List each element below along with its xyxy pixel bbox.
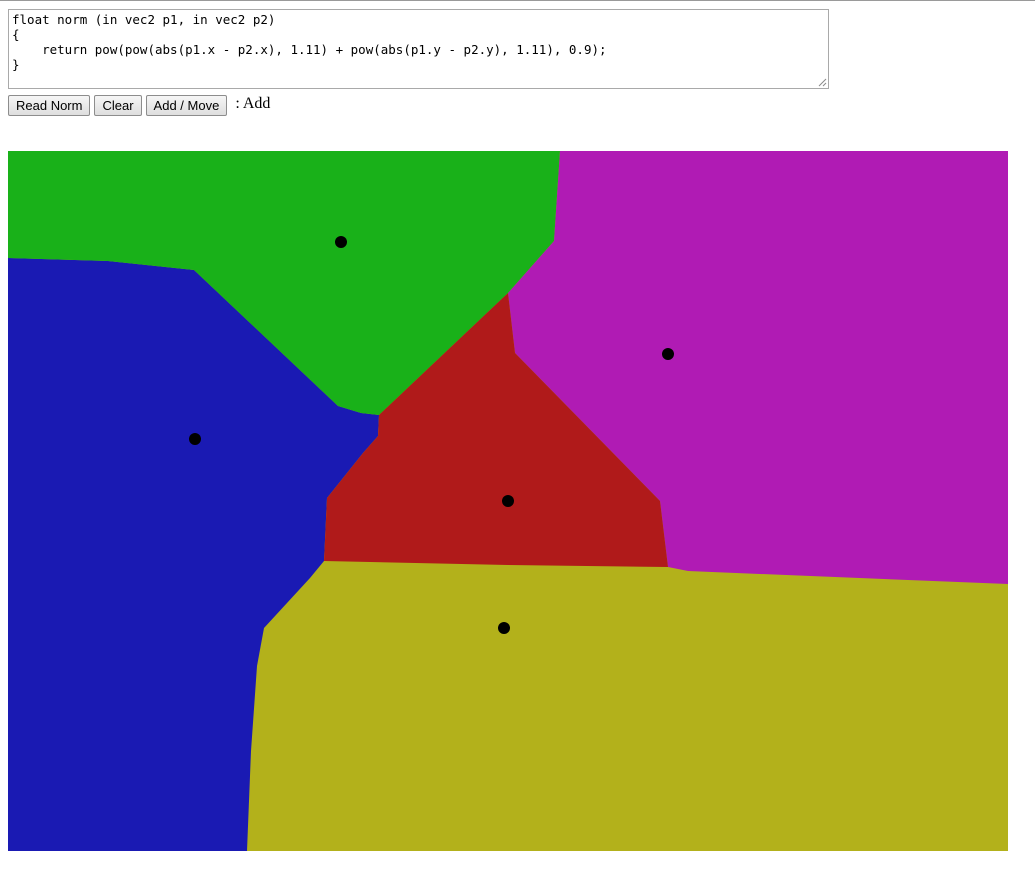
site-point[interactable] [502, 495, 514, 507]
mode-indicator: : Add [231, 95, 271, 112]
window-top-border [0, 0, 1035, 1]
norm-code-editor[interactable]: float norm (in vec2 p1, in vec2 p2) { re… [8, 9, 829, 89]
code-line: { [12, 27, 20, 42]
code-line: float norm (in vec2 p1, in vec2 p2) [12, 12, 276, 27]
resize-grip-icon[interactable] [818, 78, 827, 87]
site-point[interactable] [662, 348, 674, 360]
site-point[interactable] [335, 236, 347, 248]
read-norm-button[interactable]: Read Norm [8, 94, 91, 116]
add-move-button[interactable]: Add / Move [145, 94, 228, 116]
clear-button[interactable]: Clear [94, 94, 142, 116]
toolbar: Read Norm Clear Add / Move : Add [8, 94, 270, 116]
voronoi-drawing [8, 151, 1008, 851]
site-point[interactable] [498, 622, 510, 634]
site-point[interactable] [189, 433, 201, 445]
code-line: return pow(pow(abs(p1.x - p2.x), 1.11) +… [12, 42, 607, 57]
code-line: } [12, 57, 20, 72]
voronoi-canvas[interactable] [8, 151, 1008, 851]
